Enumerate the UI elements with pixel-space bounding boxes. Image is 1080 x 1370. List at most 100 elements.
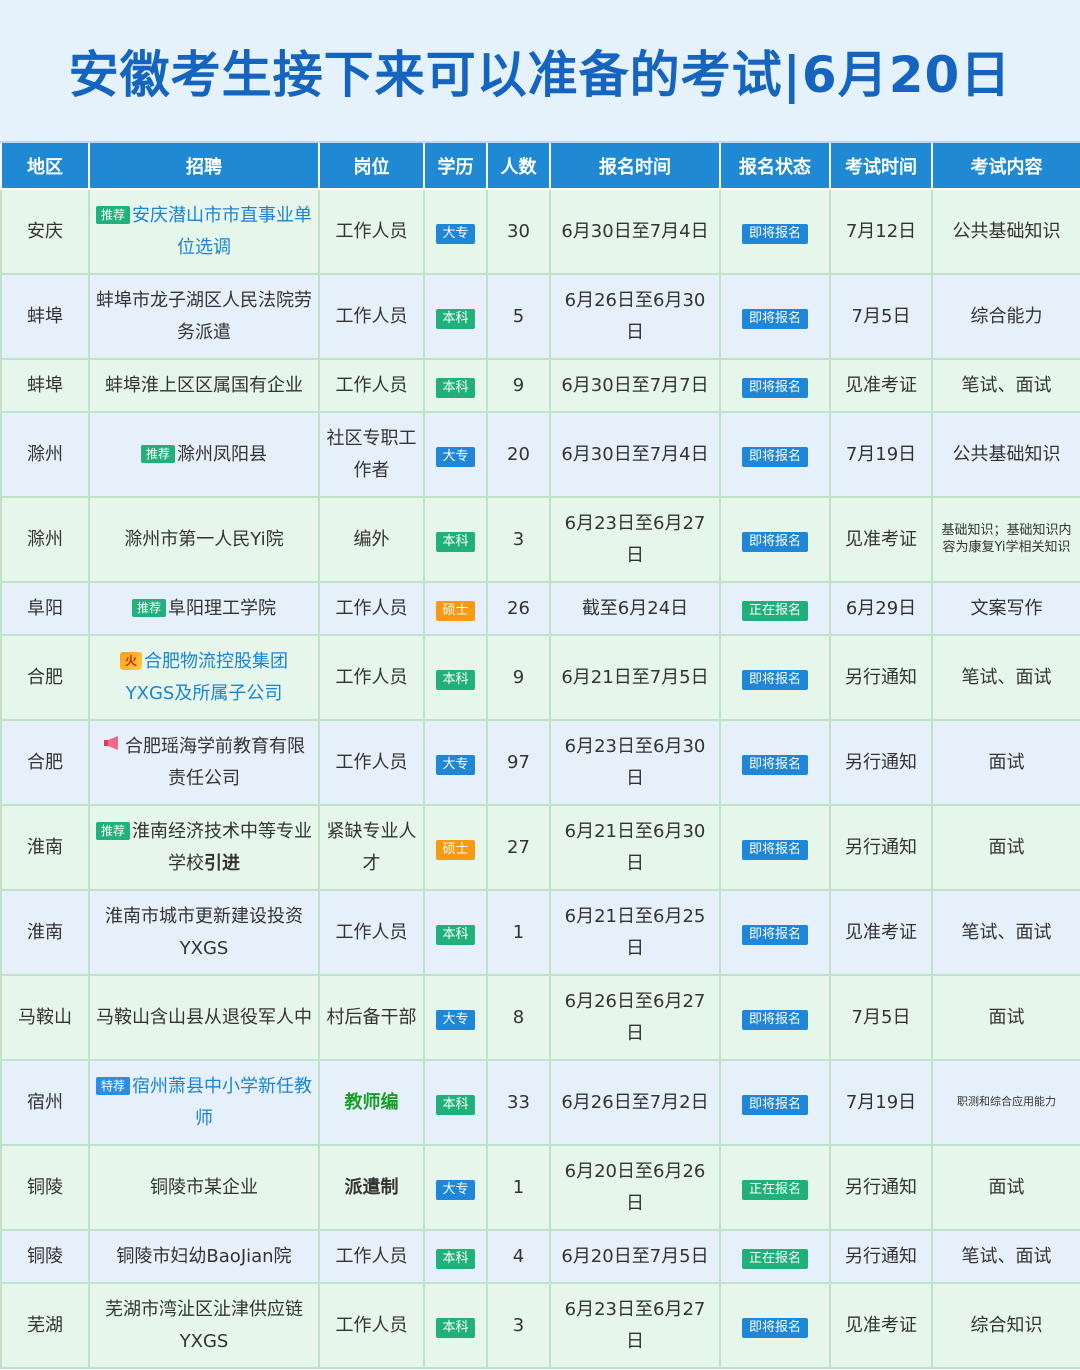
cell-exam-time: 另行通知 (829, 1144, 933, 1231)
cell-reg-time: 6月30日至7月4日 (549, 188, 721, 275)
cell-exam-time: 另行通知 (829, 1229, 933, 1284)
cell-region: 铜陵 (0, 1144, 90, 1231)
header-exam-time: 考试时间 (829, 143, 933, 190)
cell-status: 即将报名 (719, 411, 831, 498)
cell-recruit[interactable]: 淮南市城市更新建设投资YXGS (88, 889, 320, 976)
cell-education: 本科 (423, 889, 488, 976)
cell-recruit[interactable]: 蚌埠市龙子湖区人民法院劳务派遣 (88, 273, 320, 360)
cell-recruit[interactable]: 推荐 安庆潜山市市直事业单位选调 (88, 188, 320, 275)
cell-recruit[interactable]: 特荐 宿州萧县中小学新任教师 (88, 1059, 320, 1146)
cell-region: 安庆 (0, 188, 90, 275)
table-row: 铜陵 铜陵市某企业 派遣制 大专 1 6月20日至6月26日 正在报名 另行通知… (0, 1144, 1080, 1231)
cell-count: 9 (486, 634, 551, 721)
table-row: 蚌埠 蚌埠淮上区区属国有企业 工作人员 本科 9 6月30日至7月7日 即将报名… (0, 358, 1080, 413)
cell-exam-time: 6月29日 (829, 581, 933, 636)
cell-exam-content: 笔试、面试 (931, 1229, 1080, 1284)
cell-recruit[interactable]: 推荐 滁州凤阳县 (88, 411, 320, 498)
cell-exam-time: 7月5日 (829, 273, 933, 360)
cell-exam-time: 7月12日 (829, 188, 933, 275)
cell-region: 铜陵 (0, 1229, 90, 1284)
cell-education: 大专 (423, 411, 488, 498)
cell-exam-content: 职测和综合应用能力 (931, 1059, 1080, 1146)
page: 安徽考生接下来可以准备的考试|6月20日 地区 招聘 岗位 学历 人数 报名时间… (0, 0, 1080, 1370)
cell-region: 合肥 (0, 634, 90, 721)
title-banner: 安徽考生接下来可以准备的考试|6月20日 (0, 0, 1080, 143)
table-row: 合肥 火合肥物流控股集团YXGS及所属子公司 工作人员 本科 9 6月21日至7… (0, 634, 1080, 721)
cell-status: 即将报名 (719, 1282, 831, 1369)
cell-reg-time: 6月26日至7月2日 (549, 1059, 721, 1146)
cell-exam-time: 7月19日 (829, 1059, 933, 1146)
table-row: 滁州 推荐 滁州凤阳县 社区专职工作者 大专 20 6月30日至7月4日 即将报名… (0, 411, 1080, 498)
cell-exam-content: 笔试、面试 (931, 634, 1080, 721)
status-badge: 即将报名 (741, 924, 808, 945)
education-badge: 本科 (436, 308, 475, 329)
cell-recruit[interactable]: 蚌埠淮上区区属国有企业 (88, 358, 320, 413)
education-badge: 大专 (436, 1179, 475, 1200)
header-position: 岗位 (318, 143, 425, 190)
cell-count: 8 (486, 974, 551, 1061)
cell-education: 本科 (423, 1229, 488, 1284)
status-badge: 即将报名 (741, 754, 808, 775)
cell-region: 淮南 (0, 804, 90, 891)
cell-position: 工作人员 (318, 273, 425, 360)
cell-count: 97 (486, 719, 551, 806)
cell-exam-time: 另行通知 (829, 804, 933, 891)
cell-status: 即将报名 (719, 719, 831, 806)
recommend-tag: 推荐 (131, 598, 166, 617)
education-badge: 大专 (436, 754, 475, 775)
header-exam-content: 考试内容 (931, 143, 1080, 190)
recommend-tag: 推荐 (140, 444, 175, 463)
cell-reg-time: 6月23日至6月30日 (549, 719, 721, 806)
education-badge: 大专 (436, 1009, 475, 1030)
education-badge: 大专 (436, 223, 475, 244)
education-badge: 硕士 (436, 600, 475, 621)
cell-recruit[interactable]: 芜湖市湾沚区沚津供应链YXGS (88, 1282, 320, 1369)
table-row: 铜陵 铜陵市妇幼BaoJian院 工作人员 本科 4 6月20日至7月5日 正在… (0, 1229, 1080, 1284)
status-badge: 即将报名 (741, 839, 808, 860)
cell-reg-time: 6月23日至6月27日 (549, 496, 721, 583)
cell-count: 1 (486, 889, 551, 976)
cell-position: 社区专职工作者 (318, 411, 425, 498)
cell-exam-content: 综合知识 (931, 1282, 1080, 1369)
education-badge: 本科 (436, 1248, 475, 1269)
cell-position: 工作人员 (318, 581, 425, 636)
cell-status: 即将报名 (719, 358, 831, 413)
cell-region: 蚌埠 (0, 273, 90, 360)
cell-recruit[interactable]: 推荐 淮南经济技术中等专业学校引进 (88, 804, 320, 891)
education-badge: 硕士 (436, 839, 475, 860)
page-title: 安徽考生接下来可以准备的考试|6月20日 (68, 45, 1012, 104)
status-badge: 即将报名 (741, 223, 808, 244)
status-badge: 正在报名 (741, 1248, 808, 1269)
table-row: 芜湖 芜湖市湾沚区沚津供应链YXGS 工作人员 本科 3 6月23日至6月27日… (0, 1282, 1080, 1369)
cell-recruit[interactable]: 火合肥物流控股集团YXGS及所属子公司 (88, 634, 320, 721)
exam-table: 地区 招聘 岗位 学历 人数 报名时间 报名状态 考试时间 考试内容 安庆 推荐… (0, 143, 1080, 1369)
cell-reg-time: 6月21日至6月25日 (549, 889, 721, 976)
status-badge: 即将报名 (741, 377, 808, 398)
status-badge: 正在报名 (741, 600, 808, 621)
education-badge: 本科 (436, 1094, 475, 1115)
cell-exam-content: 公共基础知识 (931, 188, 1080, 275)
cell-count: 26 (486, 581, 551, 636)
cell-position: 编外 (318, 496, 425, 583)
education-badge: 本科 (436, 377, 475, 398)
cell-recruit[interactable]: 铜陵市某企业 (88, 1144, 320, 1231)
cell-recruit[interactable]: 推荐 阜阳理工学院 (88, 581, 320, 636)
cell-status: 即将报名 (719, 188, 831, 275)
cell-recruit[interactable]: 马鞍山含山县从退役军人中 (88, 974, 320, 1061)
cell-exam-content: 文案写作 (931, 581, 1080, 636)
cell-status: 正在报名 (719, 1229, 831, 1284)
cell-recruit[interactable]: 铜陵市妇幼BaoJian院 (88, 1229, 320, 1284)
cell-recruit[interactable]: 滁州市第一人民Yi院 (88, 496, 320, 583)
cell-recruit[interactable]: 合肥瑶海学前教育有限责任公司 (88, 719, 320, 806)
cell-education: 硕士 (423, 581, 488, 636)
recommend-tag: 推荐 (96, 206, 131, 224)
recruit-text: 阜阳理工学院 (168, 597, 276, 619)
cell-count: 1 (486, 1144, 551, 1231)
cell-position: 工作人员 (318, 188, 425, 275)
cell-education: 本科 (423, 273, 488, 360)
education-badge: 大专 (436, 446, 475, 467)
cell-count: 3 (486, 1282, 551, 1369)
cell-region: 马鞍山 (0, 974, 90, 1061)
cell-exam-time: 见准考证 (829, 1282, 933, 1369)
header-region: 地区 (0, 143, 90, 190)
